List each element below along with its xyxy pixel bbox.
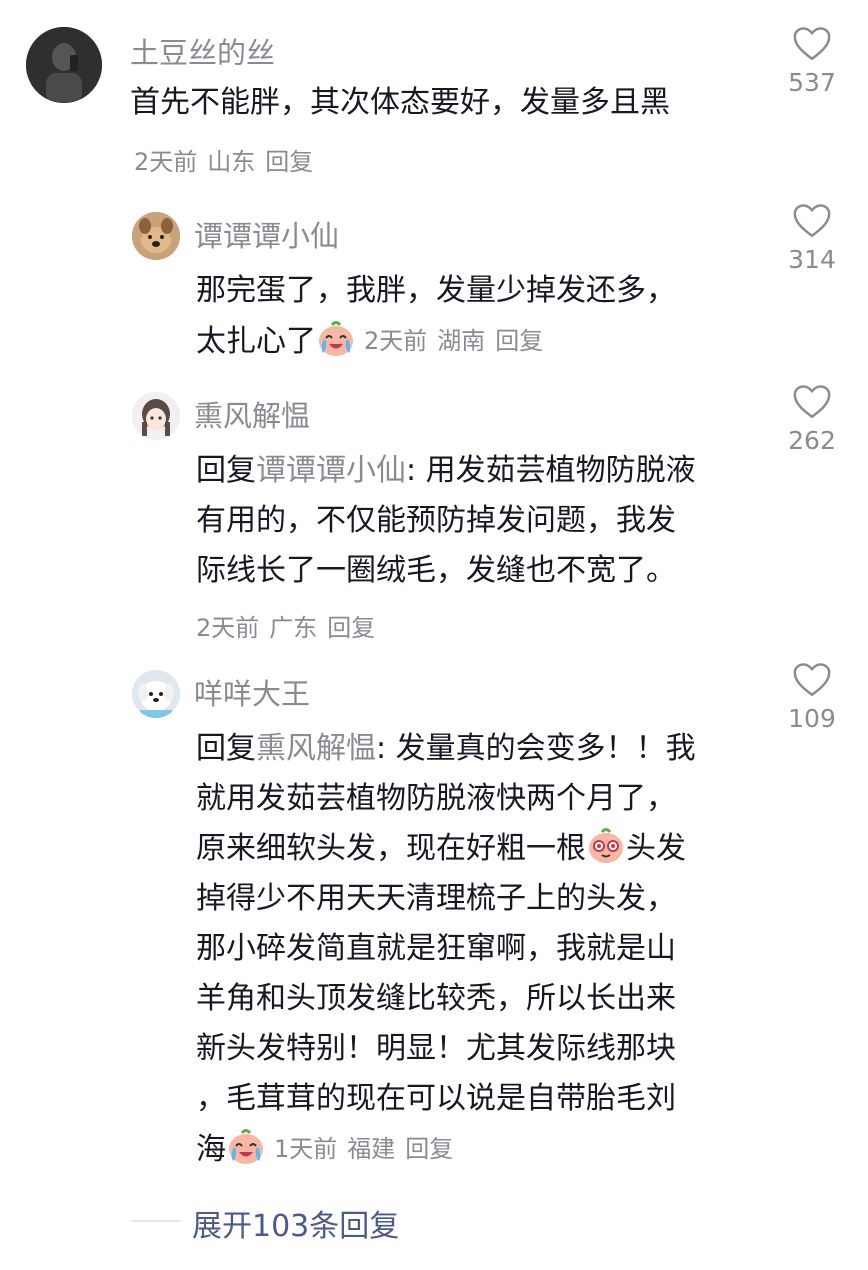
reply-line: ，毛茸茸的现在可以说是自带胎毛刘 — [196, 1081, 676, 1116]
avatar[interactable] — [26, 27, 102, 103]
reply-location: 广东 — [269, 614, 318, 642]
comment-text: 首先不能胖，其次体态要好，发量多且黑 — [130, 78, 670, 128]
dark-selfie-avatar-icon — [26, 27, 102, 103]
reply-line: 新头发特别！明显！尤其发际线那块 — [196, 1031, 676, 1066]
mention-link[interactable]: 熏风解愠 — [256, 731, 376, 766]
reply-text: 回复谭谭谭小仙: 用发茹芸植物防脱液 有用的，不仅能预防掉发问题，我发 际线长了… — [196, 446, 696, 596]
reply-line-with-meta: 太扎心了 2天前 湖南 回复 — [196, 316, 676, 367]
reply-meta: 2天前 湖南 回复 — [364, 327, 553, 355]
reply-line-with-mention: 回复熏风解愠: 发量真的会变多！！我 — [196, 724, 696, 774]
reply-location: 湖南 — [437, 327, 486, 355]
expand-divider — [132, 1220, 180, 1222]
reply-text: 回复熏风解愠: 发量真的会变多！！我 就用发茹芸植物防脱液快两个月了， 原来细软… — [196, 724, 696, 1175]
reply-username[interactable]: 熏风解愠 — [194, 393, 310, 435]
reply-line-with-meta: 海 1天前 福建 回复 — [196, 1124, 696, 1175]
starry-eyes-emoji-icon — [586, 826, 626, 866]
reply-location: 福建 — [347, 1135, 396, 1163]
reply-line-with-emoji: 原来细软头发，现在好粗一根 头发 — [196, 824, 696, 874]
like-count: 314 — [788, 245, 836, 274]
reply-line: 太扎心了 — [196, 324, 316, 359]
heart-icon — [792, 26, 832, 62]
reply-line: 头发 — [626, 831, 686, 866]
expand-replies-button[interactable]: 展开103条回复 — [192, 1201, 399, 1245]
avatar[interactable] — [132, 670, 180, 718]
mention-link[interactable]: 谭谭谭小仙 — [256, 453, 406, 488]
reply-time: 2天前 — [196, 614, 260, 642]
like-button[interactable]: 262 — [772, 384, 852, 455]
heart-icon — [792, 203, 832, 239]
comment-meta: 2天前 山东 回复 — [134, 142, 323, 177]
reply-username[interactable]: 谭谭谭小仙 — [194, 213, 339, 255]
like-count: 109 — [788, 704, 836, 733]
avatar[interactable] — [132, 392, 180, 440]
comment-line: 首先不能胖，其次体态要好，发量多且黑 — [130, 85, 670, 120]
reply-meta: 2天前 广东 回复 — [196, 608, 385, 643]
reply-prefix: 回复 — [196, 731, 256, 766]
reply-button[interactable]: 回复 — [327, 614, 375, 642]
reply-line: 掉得少不用天天清理梳子上的头发， — [196, 881, 676, 916]
reply-line: 际线长了一圈绒毛，发缝也不宽了。 — [196, 553, 676, 588]
like-button[interactable]: 314 — [772, 203, 852, 274]
anime-girl-avatar-icon — [132, 392, 180, 440]
reply-button[interactable]: 回复 — [405, 1135, 453, 1163]
reply-button[interactable]: 回复 — [495, 327, 543, 355]
like-button[interactable]: 537 — [772, 26, 852, 97]
comment-time: 2天前 — [134, 148, 198, 176]
reply-time: 1天前 — [274, 1135, 338, 1163]
reply-time: 2天前 — [364, 327, 428, 355]
heart-icon — [792, 662, 832, 698]
like-count: 262 — [788, 426, 836, 455]
reply-line: 那小碎发简直就是狂窜啊，我就是山 — [196, 931, 676, 966]
like-count: 537 — [788, 68, 836, 97]
heart-icon — [792, 384, 832, 420]
reply-text: 那完蛋了，我胖，发量少掉发还多， 太扎心了 2天前 湖南 回复 — [196, 266, 676, 367]
dog-avatar-icon — [132, 212, 180, 260]
comment-location: 山东 — [207, 148, 256, 176]
reply-line: : 发量真的会变多！！我 — [376, 731, 696, 766]
avatar[interactable] — [132, 212, 180, 260]
reply-line: 海 — [196, 1132, 226, 1167]
reply-line-with-mention: 回复谭谭谭小仙: 用发茹芸植物防脱液 — [196, 446, 696, 496]
comment-username[interactable]: 土豆丝的丝 — [130, 30, 275, 72]
reply-line: 羊角和头顶发缝比较秃，所以长出来 — [196, 981, 676, 1016]
reply-meta: 1天前 福建 回复 — [274, 1135, 463, 1163]
reply-button[interactable]: 回复 — [265, 148, 313, 176]
reply-line: 那完蛋了，我胖，发量少掉发还多， — [196, 273, 676, 308]
reply-line: : 用发茹芸植物防脱液 — [406, 453, 696, 488]
reply-line: 就用发茹芸植物防脱液快两个月了， — [196, 781, 676, 816]
white-dog-avatar-icon — [132, 670, 180, 718]
reply-line: 原来细软头发，现在好粗一根 — [196, 831, 586, 866]
reply-username[interactable]: 咩咩大王 — [194, 671, 310, 713]
crying-laugh-emoji-icon — [226, 1127, 266, 1167]
crying-laugh-emoji-icon — [316, 319, 356, 359]
like-button[interactable]: 109 — [772, 662, 852, 733]
reply-prefix: 回复 — [196, 453, 256, 488]
reply-line: 有用的，不仅能预防掉发问题，我发 — [196, 503, 676, 538]
